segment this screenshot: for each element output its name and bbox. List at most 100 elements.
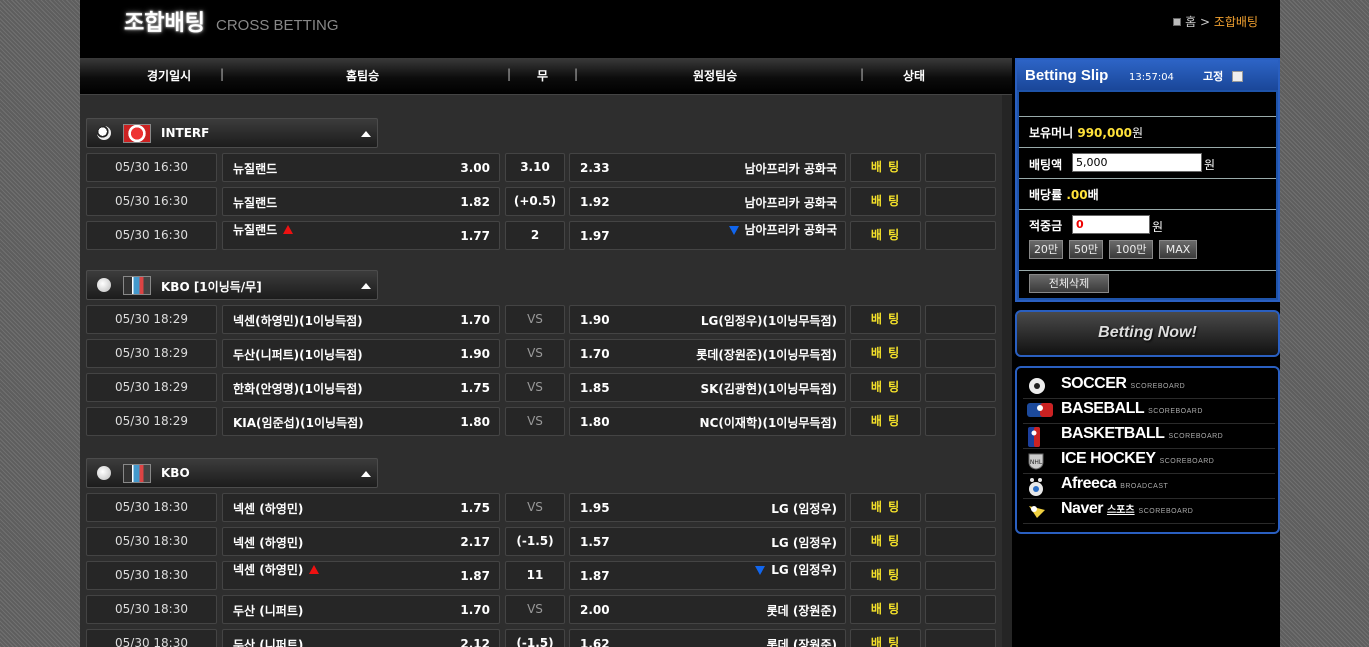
draw-cell[interactable]: 3.10	[505, 153, 565, 182]
collapse-caret-icon[interactable]	[361, 471, 371, 477]
bet-button[interactable]: 배 팅	[850, 305, 921, 334]
home-win-cell[interactable]: 뉴질랜드 1.77	[222, 221, 500, 250]
league-flag-icon	[123, 124, 151, 143]
home-team: 넥센 (하영민)	[233, 536, 304, 550]
home-odds: 1.90	[460, 347, 490, 361]
draw-cell: VS	[505, 339, 565, 368]
home-team: 넥센 (하영민)	[233, 563, 304, 577]
home-team: 두산 (니퍼트)	[233, 604, 304, 618]
away-win-cell[interactable]: 2.33 남아프리카 공화국	[569, 153, 846, 182]
sports-link-ice-hockey[interactable]: NHL ICE HOCKEY SCOREBOARD	[1023, 449, 1275, 474]
bet-button[interactable]: 배 팅	[850, 595, 921, 624]
status-cell	[925, 629, 996, 647]
away-win-cell[interactable]: 1.97 남아프리카 공화국	[569, 221, 846, 250]
home-win-cell[interactable]: 뉴질랜드 3.00	[222, 153, 500, 182]
home-odds: 1.75	[460, 381, 490, 395]
away-win-cell[interactable]: 1.92 남아프리카 공화국	[569, 187, 846, 216]
match-date: 05/30 16:30	[86, 153, 217, 182]
collapse-caret-icon[interactable]	[361, 131, 371, 137]
league-header[interactable]: INTERF	[86, 118, 378, 148]
header: 조합배팅 CROSS BETTING 홈 > 조합배팅	[80, 0, 1280, 58]
away-win-cell[interactable]: 1.70 롯데(장원준)(1이닝무득점)	[569, 339, 846, 368]
home-win-cell[interactable]: 두산 (니퍼트) 2.12	[222, 629, 500, 647]
collapse-caret-icon[interactable]	[361, 283, 371, 289]
league-header[interactable]: KBO [1이닝득/무]	[86, 270, 378, 300]
quick-1m-button[interactable]: 100만	[1109, 240, 1153, 259]
away-win-cell[interactable]: 1.80 NC(이재학)(1이닝무득점)	[569, 407, 846, 436]
betting-now-button[interactable]: Betting Now!	[1015, 310, 1280, 357]
col-separator: |	[507, 67, 512, 81]
match-date: 05/30 18:29	[86, 407, 217, 436]
clear-all-button[interactable]: 전체삭제	[1029, 274, 1109, 293]
bet-amount-input[interactable]	[1072, 153, 1202, 172]
away-win-cell[interactable]: 1.95 LG (임정우)	[569, 493, 846, 522]
sports-link-basketball[interactable]: BASKETBALL SCOREBOARD	[1023, 424, 1275, 449]
home-win-cell[interactable]: KIA(임준섭)(1이닝득점) 1.80	[222, 407, 500, 436]
sports-link-baseball[interactable]: BASEBALL SCOREBOARD	[1023, 399, 1275, 424]
home-team: 넥센 (하영민)	[233, 502, 304, 516]
page-wrapper: 조합배팅 CROSS BETTING 홈 > 조합배팅 경기일시 | 홈팀승 |…	[80, 0, 1280, 647]
home-team: 뉴질랜드	[233, 196, 278, 210]
quick-500k-button[interactable]: 50만	[1069, 240, 1103, 259]
match-date: 05/30 18:30	[86, 561, 217, 590]
bet-button[interactable]: 배 팅	[850, 153, 921, 182]
status-cell	[925, 493, 996, 522]
bet-button[interactable]: 배 팅	[850, 339, 921, 368]
bet-button[interactable]: 배 팅	[850, 527, 921, 556]
bet-button[interactable]: 배 팅	[850, 493, 921, 522]
league-header[interactable]: KBO	[86, 458, 378, 488]
draw-cell[interactable]: (+0.5)	[505, 187, 565, 216]
baseball-icon	[97, 466, 111, 480]
draw-cell[interactable]: (-1.5)	[505, 629, 565, 647]
sports-link-sub: SCOREBOARD	[1148, 408, 1203, 415]
home-win-cell[interactable]: 넥센(하영민)(1이닝득점) 1.70	[222, 305, 500, 334]
away-win-cell[interactable]: 1.87 LG (임정우)	[569, 561, 846, 590]
status-cell	[925, 339, 996, 368]
bet-button[interactable]: 배 팅	[850, 407, 921, 436]
odds-down-arrow-icon	[755, 566, 766, 575]
away-win-cell[interactable]: 1.62 롯데 (장원준)	[569, 629, 846, 647]
sports-link-name: SOCCER	[1061, 375, 1127, 392]
home-win-cell[interactable]: 두산 (니퍼트) 1.70	[222, 595, 500, 624]
home-team: 두산(니퍼트)(1이닝득점)	[233, 348, 363, 362]
home-win-cell[interactable]: 뉴질랜드 1.82	[222, 187, 500, 216]
draw-cell[interactable]: 11	[505, 561, 565, 590]
home-win-cell[interactable]: 넥센 (하영민) 1.87	[222, 561, 500, 590]
bet-button[interactable]: 배 팅	[850, 187, 921, 216]
home-win-cell[interactable]: 넥센 (하영민) 1.75	[222, 493, 500, 522]
betting-slip-title: Betting Slip	[1025, 67, 1109, 84]
home-win-cell[interactable]: 두산(니퍼트)(1이닝득점) 1.90	[222, 339, 500, 368]
away-win-cell[interactable]: 1.90 LG(임정우)(1이닝무득점)	[569, 305, 846, 334]
balance-unit: 원	[1132, 126, 1144, 140]
breadcrumb-separator: >	[1199, 15, 1210, 29]
quick-200k-button[interactable]: 20만	[1029, 240, 1063, 259]
bet-button[interactable]: 배 팅	[850, 373, 921, 402]
quick-max-button[interactable]: MAX	[1159, 240, 1197, 259]
home-odds: 3.00	[460, 161, 490, 175]
scrollbar[interactable]	[1002, 95, 1012, 647]
breadcrumb-home[interactable]: 홈	[1185, 15, 1196, 29]
sports-link-afreeca[interactable]: Afreeca BROADCAST	[1023, 474, 1275, 499]
away-win-cell[interactable]: 2.00 롯데 (장원준)	[569, 595, 846, 624]
home-team: 넥센(하영민)(1이닝득점)	[233, 314, 363, 328]
away-win-cell[interactable]: 1.85 SK(김광현)(1이닝무득점)	[569, 373, 846, 402]
col-status: 상태	[903, 69, 926, 83]
match-date: 05/30 18:29	[86, 305, 217, 334]
away-team: NC(이재학)(1이닝무득점)	[699, 416, 837, 430]
bet-button[interactable]: 배 팅	[850, 221, 921, 250]
col-date: 경기일시	[147, 69, 192, 83]
match-date: 05/30 16:30	[86, 221, 217, 250]
bet-button[interactable]: 배 팅	[850, 629, 921, 647]
away-win-cell[interactable]: 1.57 LG (임정우)	[569, 527, 846, 556]
sports-link-soccer[interactable]: SOCCER SCOREBOARD	[1023, 374, 1275, 399]
away-odds: 1.87	[580, 569, 610, 583]
draw-cell[interactable]: (-1.5)	[505, 527, 565, 556]
home-win-cell[interactable]: 넥센 (하영민) 2.17	[222, 527, 500, 556]
bet-button[interactable]: 배 팅	[850, 561, 921, 590]
home-win-cell[interactable]: 한화(안영명)(1이닝득점) 1.75	[222, 373, 500, 402]
fix-checkbox[interactable]	[1232, 71, 1243, 82]
league-flag-icon	[123, 276, 151, 295]
draw-cell[interactable]: 2	[505, 221, 565, 250]
sports-link-naver[interactable]: Naver 스포츠 SCOREBOARD	[1023, 499, 1275, 524]
odds-up-arrow-icon	[283, 225, 294, 234]
